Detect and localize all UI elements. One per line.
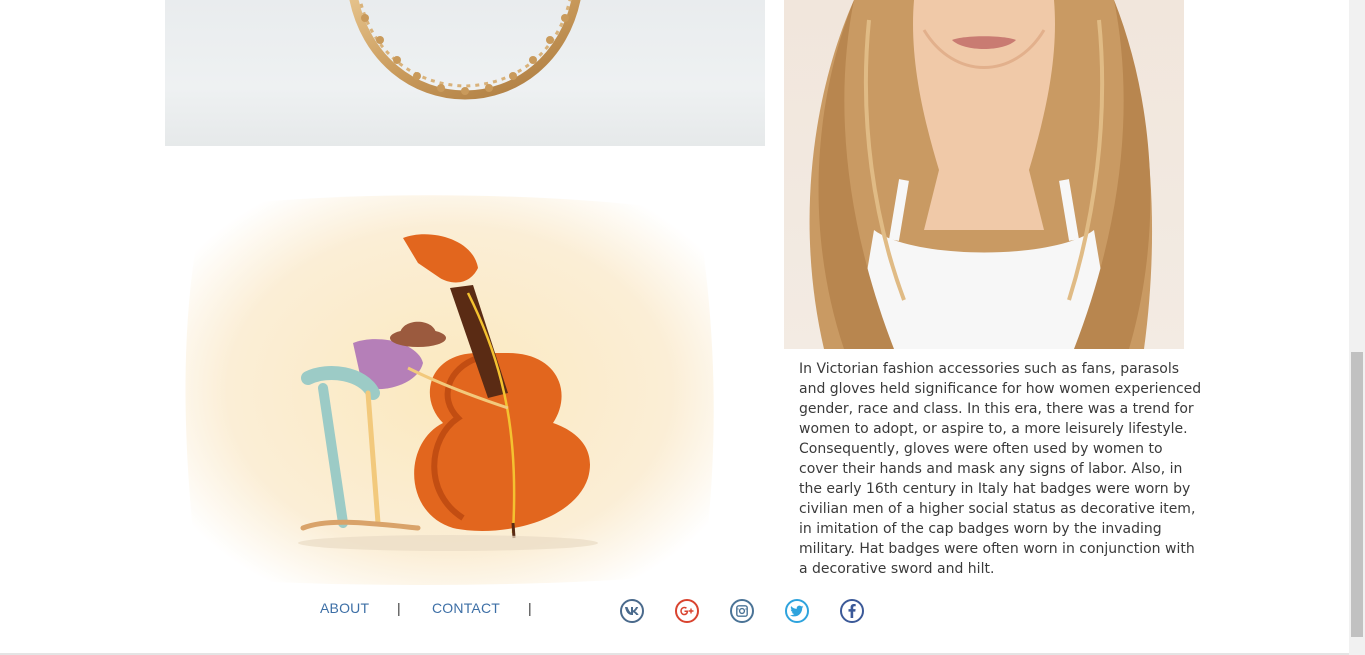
vk-link[interactable] bbox=[620, 599, 644, 623]
necklace-photo[interactable] bbox=[165, 0, 765, 146]
cello-player-illustration bbox=[178, 193, 723, 588]
instagram-icon bbox=[736, 605, 748, 617]
google-plus-link[interactable] bbox=[675, 599, 699, 623]
model-photo[interactable] bbox=[784, 0, 1184, 349]
page: In Victorian fashion accessories such as… bbox=[0, 0, 1365, 655]
article-paragraph: In Victorian fashion accessories such as… bbox=[799, 361, 1202, 577]
nav-separator: | bbox=[528, 600, 532, 616]
footer-nav: ABOUT | CONTACT | bbox=[0, 596, 1350, 626]
facebook-icon bbox=[848, 604, 856, 618]
nav-separator: | bbox=[397, 600, 401, 616]
vk-icon bbox=[625, 607, 639, 615]
nav-link-contact[interactable]: CONTACT bbox=[432, 600, 500, 616]
twitter-icon bbox=[790, 605, 804, 617]
google-plus-icon bbox=[680, 606, 694, 616]
instagram-link[interactable] bbox=[730, 599, 754, 623]
facebook-link[interactable] bbox=[840, 599, 864, 623]
scrollbar-thumb[interactable] bbox=[1351, 352, 1363, 637]
twitter-link[interactable] bbox=[785, 599, 809, 623]
nav-link-about[interactable]: ABOUT bbox=[320, 600, 369, 616]
